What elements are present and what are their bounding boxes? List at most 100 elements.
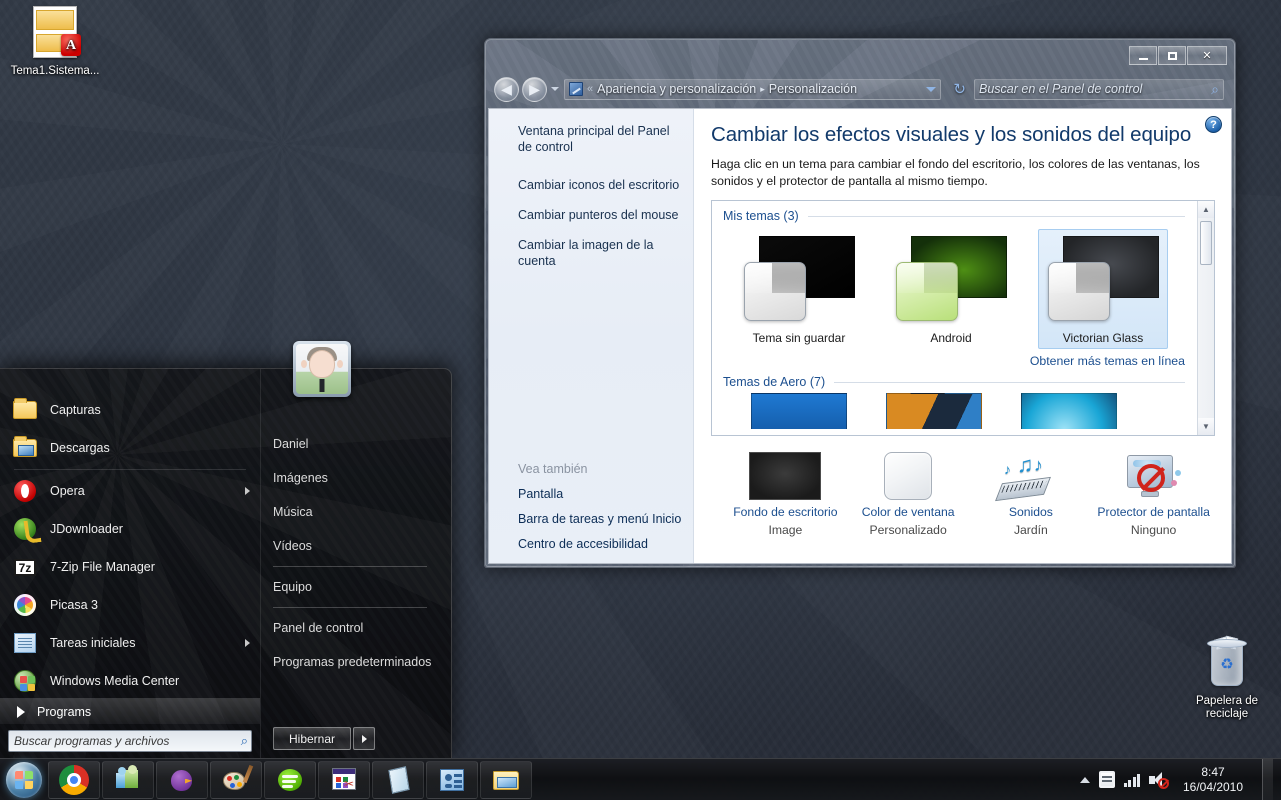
breadcrumb-appearance[interactable]: Apariencia y personalización <box>597 82 756 96</box>
show-hidden-icons-arrow[interactable] <box>1079 776 1090 783</box>
start-menu-place-default-programs[interactable]: Programas predeterminados <box>261 645 451 679</box>
scrollbar-thumb[interactable] <box>1200 221 1212 265</box>
start-menu-item-picasa[interactable]: Picasa 3 <box>0 586 260 624</box>
search-input[interactable] <box>979 82 1212 96</box>
task-link-control-panel-home[interactable]: Ventana principal del Panel de control <box>518 123 681 155</box>
start-menu-place-control-panel[interactable]: Panel de control <box>261 611 451 645</box>
theme-gallery[interactable]: Mis temas (3) Tema sin guardar Android V… <box>711 200 1215 436</box>
folder-icon <box>12 397 38 423</box>
start-menu-item-descargas[interactable]: Descargas <box>0 429 260 467</box>
maximize-button[interactable] <box>1158 46 1186 65</box>
group-rule <box>834 381 1185 383</box>
theme-item-victorian-glass[interactable]: Victorian Glass <box>1038 229 1168 349</box>
start-menu-item-jdownloader[interactable]: JDownloader <box>0 510 260 548</box>
scroll-down-arrow-icon[interactable]: ▼ <box>1198 418 1214 435</box>
start-search-input[interactable] <box>14 734 241 748</box>
start-menu-place-pictures[interactable]: Imágenes <box>261 461 451 495</box>
action-center-flag-icon[interactable] <box>1098 771 1115 788</box>
power-options-button[interactable] <box>353 727 375 750</box>
taskbar-button-notepad[interactable] <box>372 760 424 799</box>
breadcrumb-personalization[interactable]: Personalización <box>769 82 857 96</box>
setting-screen-saver[interactable]: Protector de pantalla Ninguno <box>1092 450 1215 537</box>
control-panel-search-box[interactable]: ⌕ <box>974 78 1224 100</box>
minimize-button[interactable] <box>1129 46 1157 65</box>
see-also-link-ease-of-access[interactable]: Centro de accesibilidad <box>518 537 683 551</box>
navigation-bar: ◀ ▶ « Apariencia y personalización ▸ Per… <box>486 72 1234 106</box>
start-menu-item-7zip[interactable]: 7z 7-Zip File Manager <box>0 548 260 586</box>
desktop-icon-pdf-document[interactable]: A Tema1.Sistema... <box>6 6 104 78</box>
page-subtitle: Haga clic en un tema para cambiar el fon… <box>711 157 1200 188</box>
desktop-icon-label: Papelera de reciclaje <box>1195 695 1259 720</box>
setting-name[interactable]: Protector de pantalla <box>1092 505 1215 519</box>
get-more-themes-link[interactable]: Obtener más temas en línea <box>712 349 1197 368</box>
start-menu-item-windows-media-center[interactable]: Windows Media Center <box>0 662 260 700</box>
start-menu-place-user[interactable]: Daniel <box>261 427 451 461</box>
explorer-icon <box>491 765 521 795</box>
taskbar-button-messenger[interactable] <box>102 760 154 799</box>
submenu-arrow-icon[interactable] <box>245 487 250 495</box>
task-link-change-account-picture[interactable]: Cambiar la imagen de la cuenta <box>518 237 681 269</box>
all-programs-button[interactable]: Programs <box>0 698 260 724</box>
setting-name[interactable]: Sonidos <box>970 505 1093 519</box>
personalization-icon <box>437 765 467 795</box>
theme-item-android[interactable]: Android <box>886 229 1016 349</box>
taskbar-button-chrome[interactable] <box>48 760 100 799</box>
breadcrumb-overflow-icon[interactable]: « <box>587 83 593 95</box>
gallery-scrollbar[interactable]: ▲ ▼ <box>1197 201 1214 435</box>
back-button[interactable]: ◀ <box>494 76 519 102</box>
theme-item-aero-1[interactable] <box>751 393 847 429</box>
control-panel-icon <box>569 82 583 96</box>
taskbar-button-explorer[interactable] <box>480 760 532 799</box>
address-bar[interactable]: « Apariencia y personalización ▸ Persona… <box>564 78 942 100</box>
theme-item-aero-3[interactable] <box>1021 393 1117 429</box>
control-panel-window[interactable]: ✕ ◀ ▶ « Apariencia y personalización ▸ P… <box>484 38 1236 568</box>
help-button[interactable]: ? <box>1205 116 1222 133</box>
theme-item-unsaved[interactable]: Tema sin guardar <box>734 229 864 349</box>
user-avatar[interactable] <box>293 341 351 397</box>
refresh-icon[interactable]: ↻ <box>953 80 966 98</box>
close-button[interactable]: ✕ <box>1187 46 1227 65</box>
start-menu-search-box[interactable]: ⌕ <box>8 730 252 752</box>
task-link-change-desktop-icons[interactable]: Cambiar iconos del escritorio <box>518 177 681 193</box>
taskbar-button-twitter-client[interactable] <box>156 760 208 799</box>
start-menu-divider <box>273 607 427 608</box>
volume-muted-icon[interactable] <box>1149 771 1169 789</box>
group-rule <box>807 215 1185 217</box>
show-desktop-button[interactable] <box>1262 758 1273 800</box>
scroll-up-arrow-icon[interactable]: ▲ <box>1198 201 1214 218</box>
start-menu-place-computer[interactable]: Equipo <box>261 570 451 604</box>
network-signal-icon[interactable] <box>1123 772 1140 787</box>
setting-name[interactable]: Color de ventana <box>847 505 970 519</box>
recent-pages-dropdown-icon[interactable] <box>551 87 559 91</box>
see-also-link-taskbar-start-menu[interactable]: Barra de tareas y menú Inicio <box>518 512 683 526</box>
taskbar-button-snipping-tool[interactable]: ✂ <box>318 760 370 799</box>
taskbar-button-spotify[interactable] <box>264 760 316 799</box>
start-menu-item-label: 7-Zip File Manager <box>50 560 155 574</box>
start-menu-place-videos[interactable]: Vídeos <box>261 529 451 563</box>
start-menu[interactable]: Capturas Descargas Opera JDownloader 7z … <box>0 341 452 758</box>
desktop[interactable]: A Tema1.Sistema... ♻ Papelera de recicla… <box>0 0 1281 800</box>
forward-button[interactable]: ▶ <box>522 76 547 102</box>
task-link-change-mouse-pointers[interactable]: Cambiar punteros del mouse <box>518 207 681 223</box>
start-menu-place-music[interactable]: Música <box>261 495 451 529</box>
start-button[interactable] <box>2 760 46 800</box>
theme-window-preview <box>744 262 806 321</box>
setting-desktop-background[interactable]: Fondo de escritorio Image <box>724 450 847 537</box>
submenu-arrow-icon[interactable] <box>245 639 250 647</box>
theme-item-aero-2[interactable] <box>886 393 982 429</box>
see-also-link-display[interactable]: Pantalla <box>518 487 683 501</box>
clock[interactable]: 8:47 16/04/2010 <box>1177 765 1249 795</box>
setting-window-color[interactable]: Color de ventana Personalizado <box>847 450 970 537</box>
hibernate-button[interactable]: Hibernar <box>273 727 351 750</box>
start-menu-item-opera[interactable]: Opera <box>0 472 260 510</box>
start-menu-item-capturas[interactable]: Capturas <box>0 391 260 429</box>
taskbar-button-personalization[interactable] <box>426 760 478 799</box>
jdownloader-icon <box>12 516 38 542</box>
setting-sounds[interactable]: ♪ ♫ ♪ Sonidos Jardín <box>970 450 1093 537</box>
setting-name[interactable]: Fondo de escritorio <box>724 505 847 519</box>
desktop-icon-recycle-bin[interactable]: ♻ Papelera de reciclaje <box>1178 635 1276 721</box>
all-programs-label: Programs <box>37 704 92 719</box>
taskbar-button-paint[interactable] <box>210 760 262 799</box>
start-menu-item-tareas-iniciales[interactable]: Tareas iniciales <box>0 624 260 662</box>
address-dropdown-icon[interactable] <box>926 86 937 92</box>
